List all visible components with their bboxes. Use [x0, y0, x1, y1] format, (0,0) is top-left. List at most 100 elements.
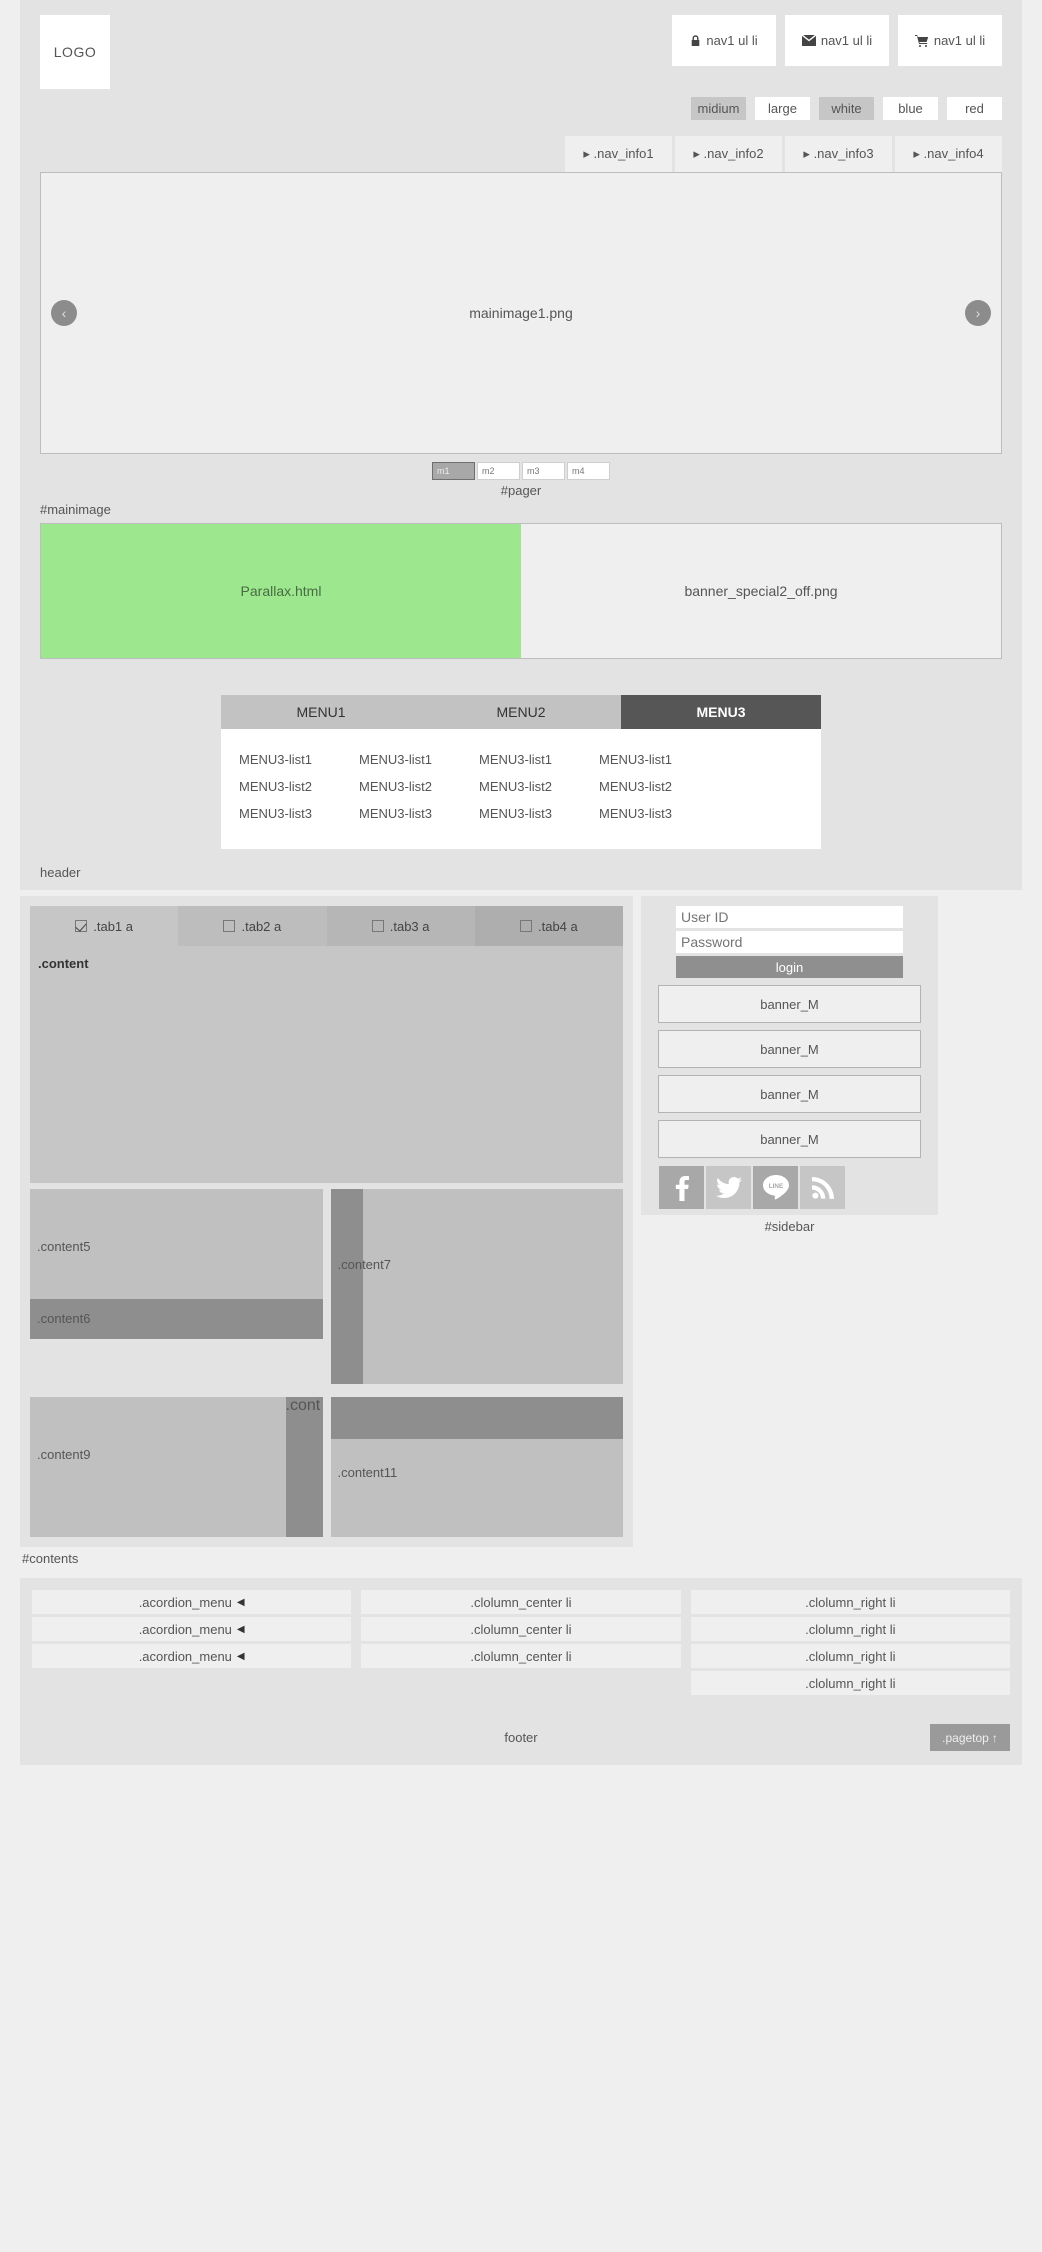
content6-box[interactable]: .content6: [30, 1299, 323, 1339]
content5-box[interactable]: .content5: [30, 1189, 323, 1299]
content11-label: .content11: [337, 1465, 398, 1480]
content-grid-row-1: .content5 .content6 .content7: [30, 1189, 623, 1384]
menu-panel-row: MENU3-list3 MENU3-list3 MENU3-list3 MENU…: [239, 800, 803, 827]
acordion-menu-label: .acordion_menu: [138, 1621, 232, 1637]
menu-list-item[interactable]: MENU3-list1: [359, 752, 479, 767]
content10-box[interactable]: .cont: [285, 1397, 323, 1537]
color-button-red[interactable]: red: [947, 97, 1002, 120]
acordion-menu-label: .acordion_menu: [138, 1648, 232, 1664]
column-center-item-2[interactable]: .clolumn_center li: [361, 1617, 681, 1641]
menu-tab-1[interactable]: MENU1: [221, 695, 421, 729]
content-tab-1[interactable]: .tab1 a: [30, 906, 179, 946]
footer-center-column: .clolumn_center li .clolumn_center li .c…: [361, 1590, 681, 1698]
pager-item-m3[interactable]: m3: [522, 462, 565, 480]
twitter-icon[interactable]: [706, 1166, 751, 1209]
content-tab-label: .tab1 a: [93, 918, 133, 934]
content8-box[interactable]: [330, 1189, 363, 1384]
content7-label: .content7: [337, 1257, 392, 1272]
banner-m-4[interactable]: banner_M: [658, 1120, 921, 1158]
content-tab-2[interactable]: .tab2 a: [178, 906, 327, 946]
rss-icon[interactable]: [800, 1166, 845, 1209]
menu-list-item[interactable]: MENU3-list2: [359, 779, 479, 794]
arrow-up-icon: ↑: [991, 1730, 998, 1745]
content6-label: .content6: [37, 1311, 91, 1326]
content-grid-right-2: .content11: [330, 1390, 623, 1537]
color-button-blue[interactable]: blue: [883, 97, 938, 120]
size-button-midium[interactable]: midium: [691, 97, 746, 120]
acordion-menu-item-1[interactable]: .acordion_menu ◀: [32, 1590, 352, 1614]
password-input[interactable]: [676, 931, 903, 953]
line-icon[interactable]: LINE: [753, 1166, 798, 1209]
menu-list-item[interactable]: MENU3-list2: [599, 779, 719, 794]
nav-info-3[interactable]: ▸ .nav_info3: [785, 136, 892, 172]
pagetop-label: .pagetop: [942, 1730, 989, 1745]
size-color-buttons: midium large white blue red: [20, 89, 1022, 120]
nav-info-1[interactable]: ▸ .nav_info1: [565, 136, 672, 172]
facebook-icon[interactable]: [659, 1166, 704, 1209]
column-right-item-3[interactable]: .clolumn_right li: [690, 1644, 1010, 1668]
menu-list-item[interactable]: MENU3-list2: [479, 779, 599, 794]
checkbox-icon: [223, 920, 236, 932]
header: LOGO nav1 ul li nav1 ul li nav1 ul li mi…: [20, 0, 1022, 890]
nav-info-2[interactable]: ▸ .nav_info2: [675, 136, 782, 172]
pager-item-m2[interactable]: m2: [477, 462, 520, 480]
login-button[interactable]: login: [676, 956, 903, 978]
content-panel: .content: [30, 946, 623, 1183]
menu-tab-2[interactable]: MENU2: [421, 695, 621, 729]
acordion-menu-item-3[interactable]: .acordion_menu ◀: [32, 1644, 352, 1668]
checkbox-icon: [371, 920, 384, 932]
menu-list-item[interactable]: MENU3-list3: [599, 806, 719, 821]
size-button-large[interactable]: large: [755, 97, 810, 120]
mail-icon: [801, 35, 816, 46]
content7-box[interactable]: .content7: [330, 1189, 623, 1384]
content11-box[interactable]: .content11: [330, 1439, 623, 1537]
banner-special-box[interactable]: banner_special2_off.png: [521, 524, 1001, 658]
color-button-white[interactable]: white: [819, 97, 874, 120]
menu-tab-3[interactable]: MENU3: [621, 695, 821, 729]
column-center-item-1[interactable]: .clolumn_center li: [361, 1590, 681, 1614]
user-id-input[interactable]: [676, 906, 903, 928]
column-right-item-1[interactable]: .clolumn_right li: [690, 1590, 1010, 1614]
pager-item-m1[interactable]: m1: [432, 462, 475, 480]
column-right-item-4[interactable]: .clolumn_right li: [690, 1671, 1010, 1695]
acordion-menu-item-2[interactable]: .acordion_menu ◀: [32, 1617, 352, 1641]
content-tab-3[interactable]: .tab3 a: [326, 906, 475, 946]
slider-prev-arrow-icon[interactable]: ‹: [51, 300, 77, 326]
social-list: LINE: [659, 1166, 920, 1209]
pager-item-m4[interactable]: m4: [567, 462, 610, 480]
login-form: login: [651, 906, 928, 978]
nav1-item-cart[interactable]: nav1 ul li: [898, 15, 1002, 66]
social-spacer: [847, 1166, 892, 1209]
content9-box[interactable]: .content9: [30, 1397, 323, 1537]
menu-list-item[interactable]: MENU3-list1: [599, 752, 719, 767]
banner-m-2[interactable]: banner_M: [658, 1030, 921, 1068]
svg-text:LINE: LINE: [768, 1182, 783, 1189]
triangle-left-icon: ◀: [236, 1623, 245, 1635]
menu-panel-row: MENU3-list1 MENU3-list1 MENU3-list1 MENU…: [239, 746, 803, 773]
nav1-item-mail[interactable]: nav1 ul li: [785, 15, 889, 66]
parallax-box[interactable]: Parallax.html: [41, 524, 521, 658]
content12-box[interactable]: [330, 1397, 623, 1439]
nav-info-list: ▸ .nav_info1 ▸ .nav_info2 ▸ .nav_info3 ▸…: [20, 120, 1022, 172]
sidebar-section-label: #sidebar: [764, 1219, 815, 1234]
nav-info-4[interactable]: ▸ .nav_info4: [895, 136, 1002, 172]
parallax-banner-row: Parallax.html banner_special2_off.png: [40, 523, 1002, 659]
menu-list-item[interactable]: MENU3-list3: [479, 806, 599, 821]
column-center-item-3[interactable]: .clolumn_center li: [361, 1644, 681, 1668]
menu-list-item[interactable]: MENU3-list3: [239, 806, 359, 821]
column-right-item-2[interactable]: .clolumn_right li: [690, 1617, 1010, 1641]
logo[interactable]: LOGO: [40, 15, 110, 89]
content5-label: .content5: [37, 1239, 91, 1254]
pagetop-button[interactable]: .pagetop ↑: [930, 1724, 1010, 1751]
menu-list-item[interactable]: MENU3-list3: [359, 806, 479, 821]
menu-list-item[interactable]: MENU3-list1: [239, 752, 359, 767]
banner-m-3[interactable]: banner_M: [658, 1075, 921, 1113]
menu-list-item[interactable]: MENU3-list1: [479, 752, 599, 767]
nav1-item-lock[interactable]: nav1 ul li: [672, 15, 776, 66]
cart-icon: [914, 34, 929, 47]
banner-m-1[interactable]: banner_M: [658, 985, 921, 1023]
content-tab-4[interactable]: .tab4 a: [474, 906, 623, 946]
main-slider[interactable]: ‹ mainimage1.png ›: [40, 172, 1002, 454]
menu-list-item[interactable]: MENU3-list2: [239, 779, 359, 794]
slider-next-arrow-icon[interactable]: ›: [965, 300, 991, 326]
